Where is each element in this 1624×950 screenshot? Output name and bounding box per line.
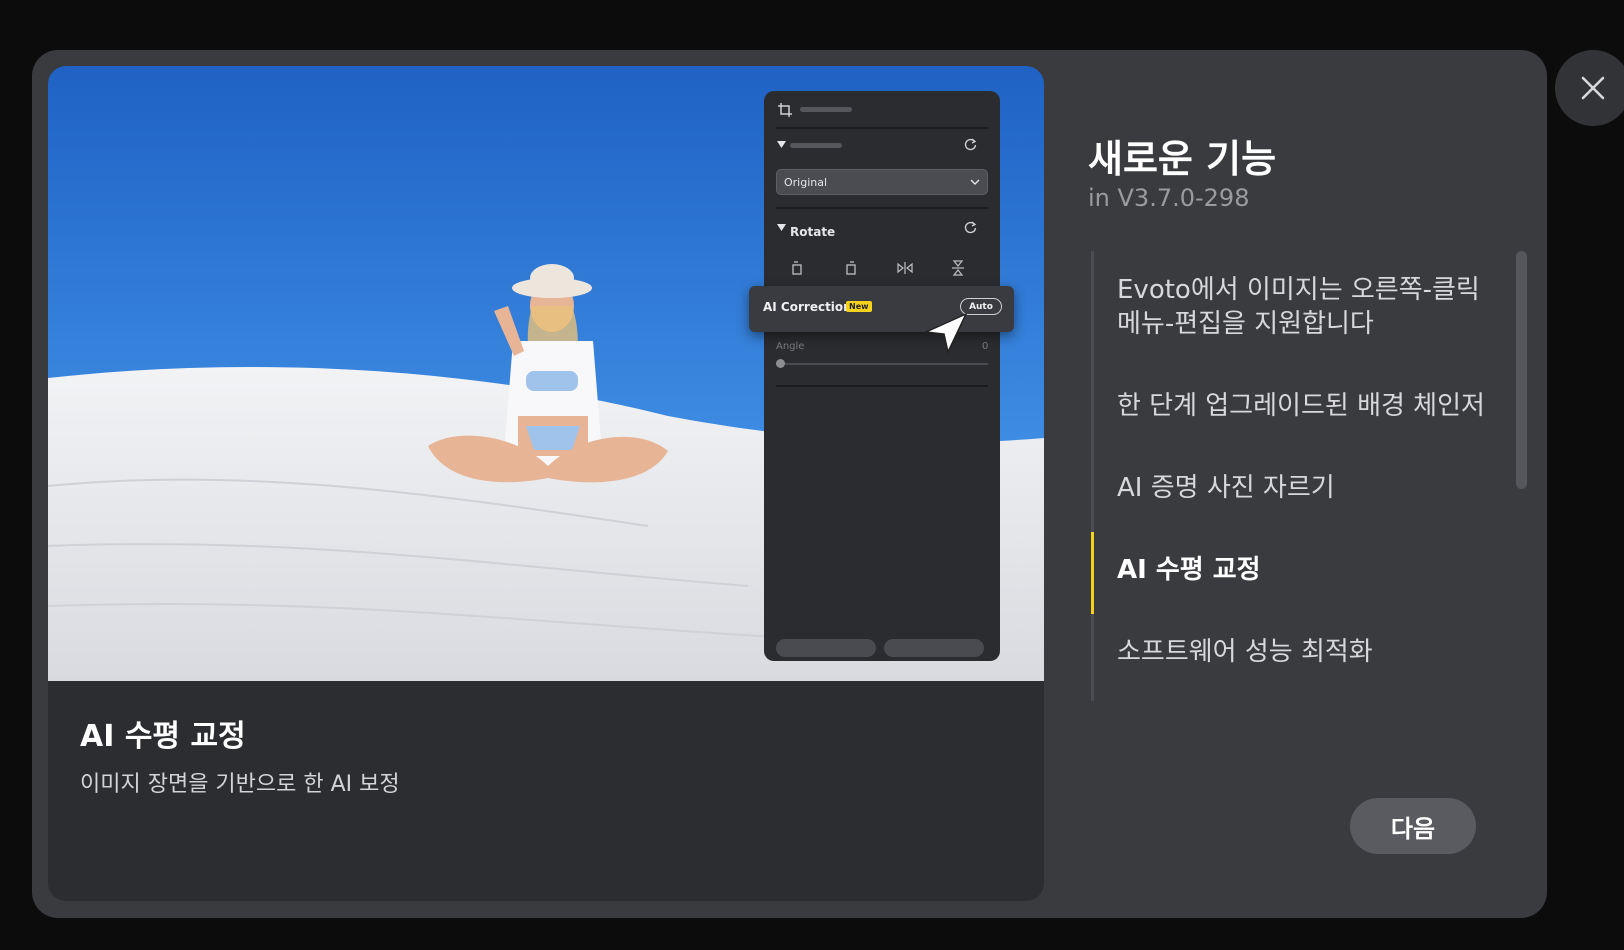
card-description: 이미지 장면을 기반으로 한 AI 보정 — [80, 772, 400, 797]
close-button[interactable] — [1555, 50, 1624, 126]
feature-preview-image: Original Rotate Angle 0 AI Correction Ne… — [48, 66, 1044, 681]
caret-down-icon — [777, 141, 786, 148]
angle-label: Angle — [776, 341, 805, 352]
crop-icon — [778, 103, 792, 117]
feature-item[interactable]: 소프트웨어 성능 최적화 — [1117, 635, 1507, 669]
feature-item-active[interactable]: AI 수평 교정 — [1117, 553, 1507, 587]
ai-correction-label: AI Correction — [763, 300, 852, 314]
card-title: AI 수평 교정 — [80, 719, 246, 754]
angle-slider[interactable] — [776, 363, 988, 365]
flip-horizontal-icon[interactable] — [897, 261, 913, 275]
feature-item[interactable]: Evoto에서 이미지는 오른쪽-클릭 메뉴-편집을 지원합니다 — [1117, 273, 1507, 341]
angle-value: 0 — [982, 341, 989, 352]
close-icon — [1581, 76, 1605, 100]
next-button[interactable]: 다음 — [1350, 798, 1476, 854]
rotate-right-icon[interactable] — [844, 261, 858, 275]
dialog-title: 새로운 기능 — [1088, 137, 1277, 181]
divider — [776, 127, 988, 129]
caret-down-icon — [777, 224, 786, 231]
rotate-section-label: Rotate — [790, 225, 836, 239]
new-badge: New — [846, 301, 872, 312]
panel-button-placeholder — [776, 639, 876, 657]
ai-correction-popup: AI Correction New Auto — [749, 286, 1014, 332]
flip-vertical-icon[interactable] — [951, 260, 965, 276]
feature-card: Original Rotate Angle 0 AI Correction Ne… — [48, 66, 1044, 901]
divider — [776, 207, 988, 209]
rotate-left-icon[interactable] — [790, 261, 804, 275]
panel-title-placeholder — [800, 107, 852, 112]
feature-list-track — [1091, 251, 1094, 701]
feature-list-scrollbar[interactable] — [1516, 251, 1527, 489]
divider — [776, 385, 988, 387]
reset-icon[interactable] — [964, 221, 977, 234]
feature-item[interactable]: 한 단계 업그레이드된 배경 체인저 — [1117, 389, 1507, 423]
feature-item[interactable]: AI 증명 사진 자르기 — [1117, 471, 1507, 505]
ratio-select-value: Original — [784, 175, 828, 189]
cursor-arrow-icon — [924, 312, 968, 355]
ratio-select[interactable]: Original — [776, 169, 988, 195]
reset-icon[interactable] — [964, 138, 977, 151]
edit-panel-mockup: Original Rotate Angle 0 — [764, 91, 1000, 661]
panel-button-placeholder — [884, 639, 984, 657]
version-label: in V3.7.0-298 — [1088, 184, 1250, 212]
chevron-down-icon — [970, 179, 980, 185]
angle-slider-handle[interactable] — [776, 359, 785, 368]
active-indicator — [1091, 532, 1094, 614]
section-title-placeholder — [790, 143, 842, 148]
